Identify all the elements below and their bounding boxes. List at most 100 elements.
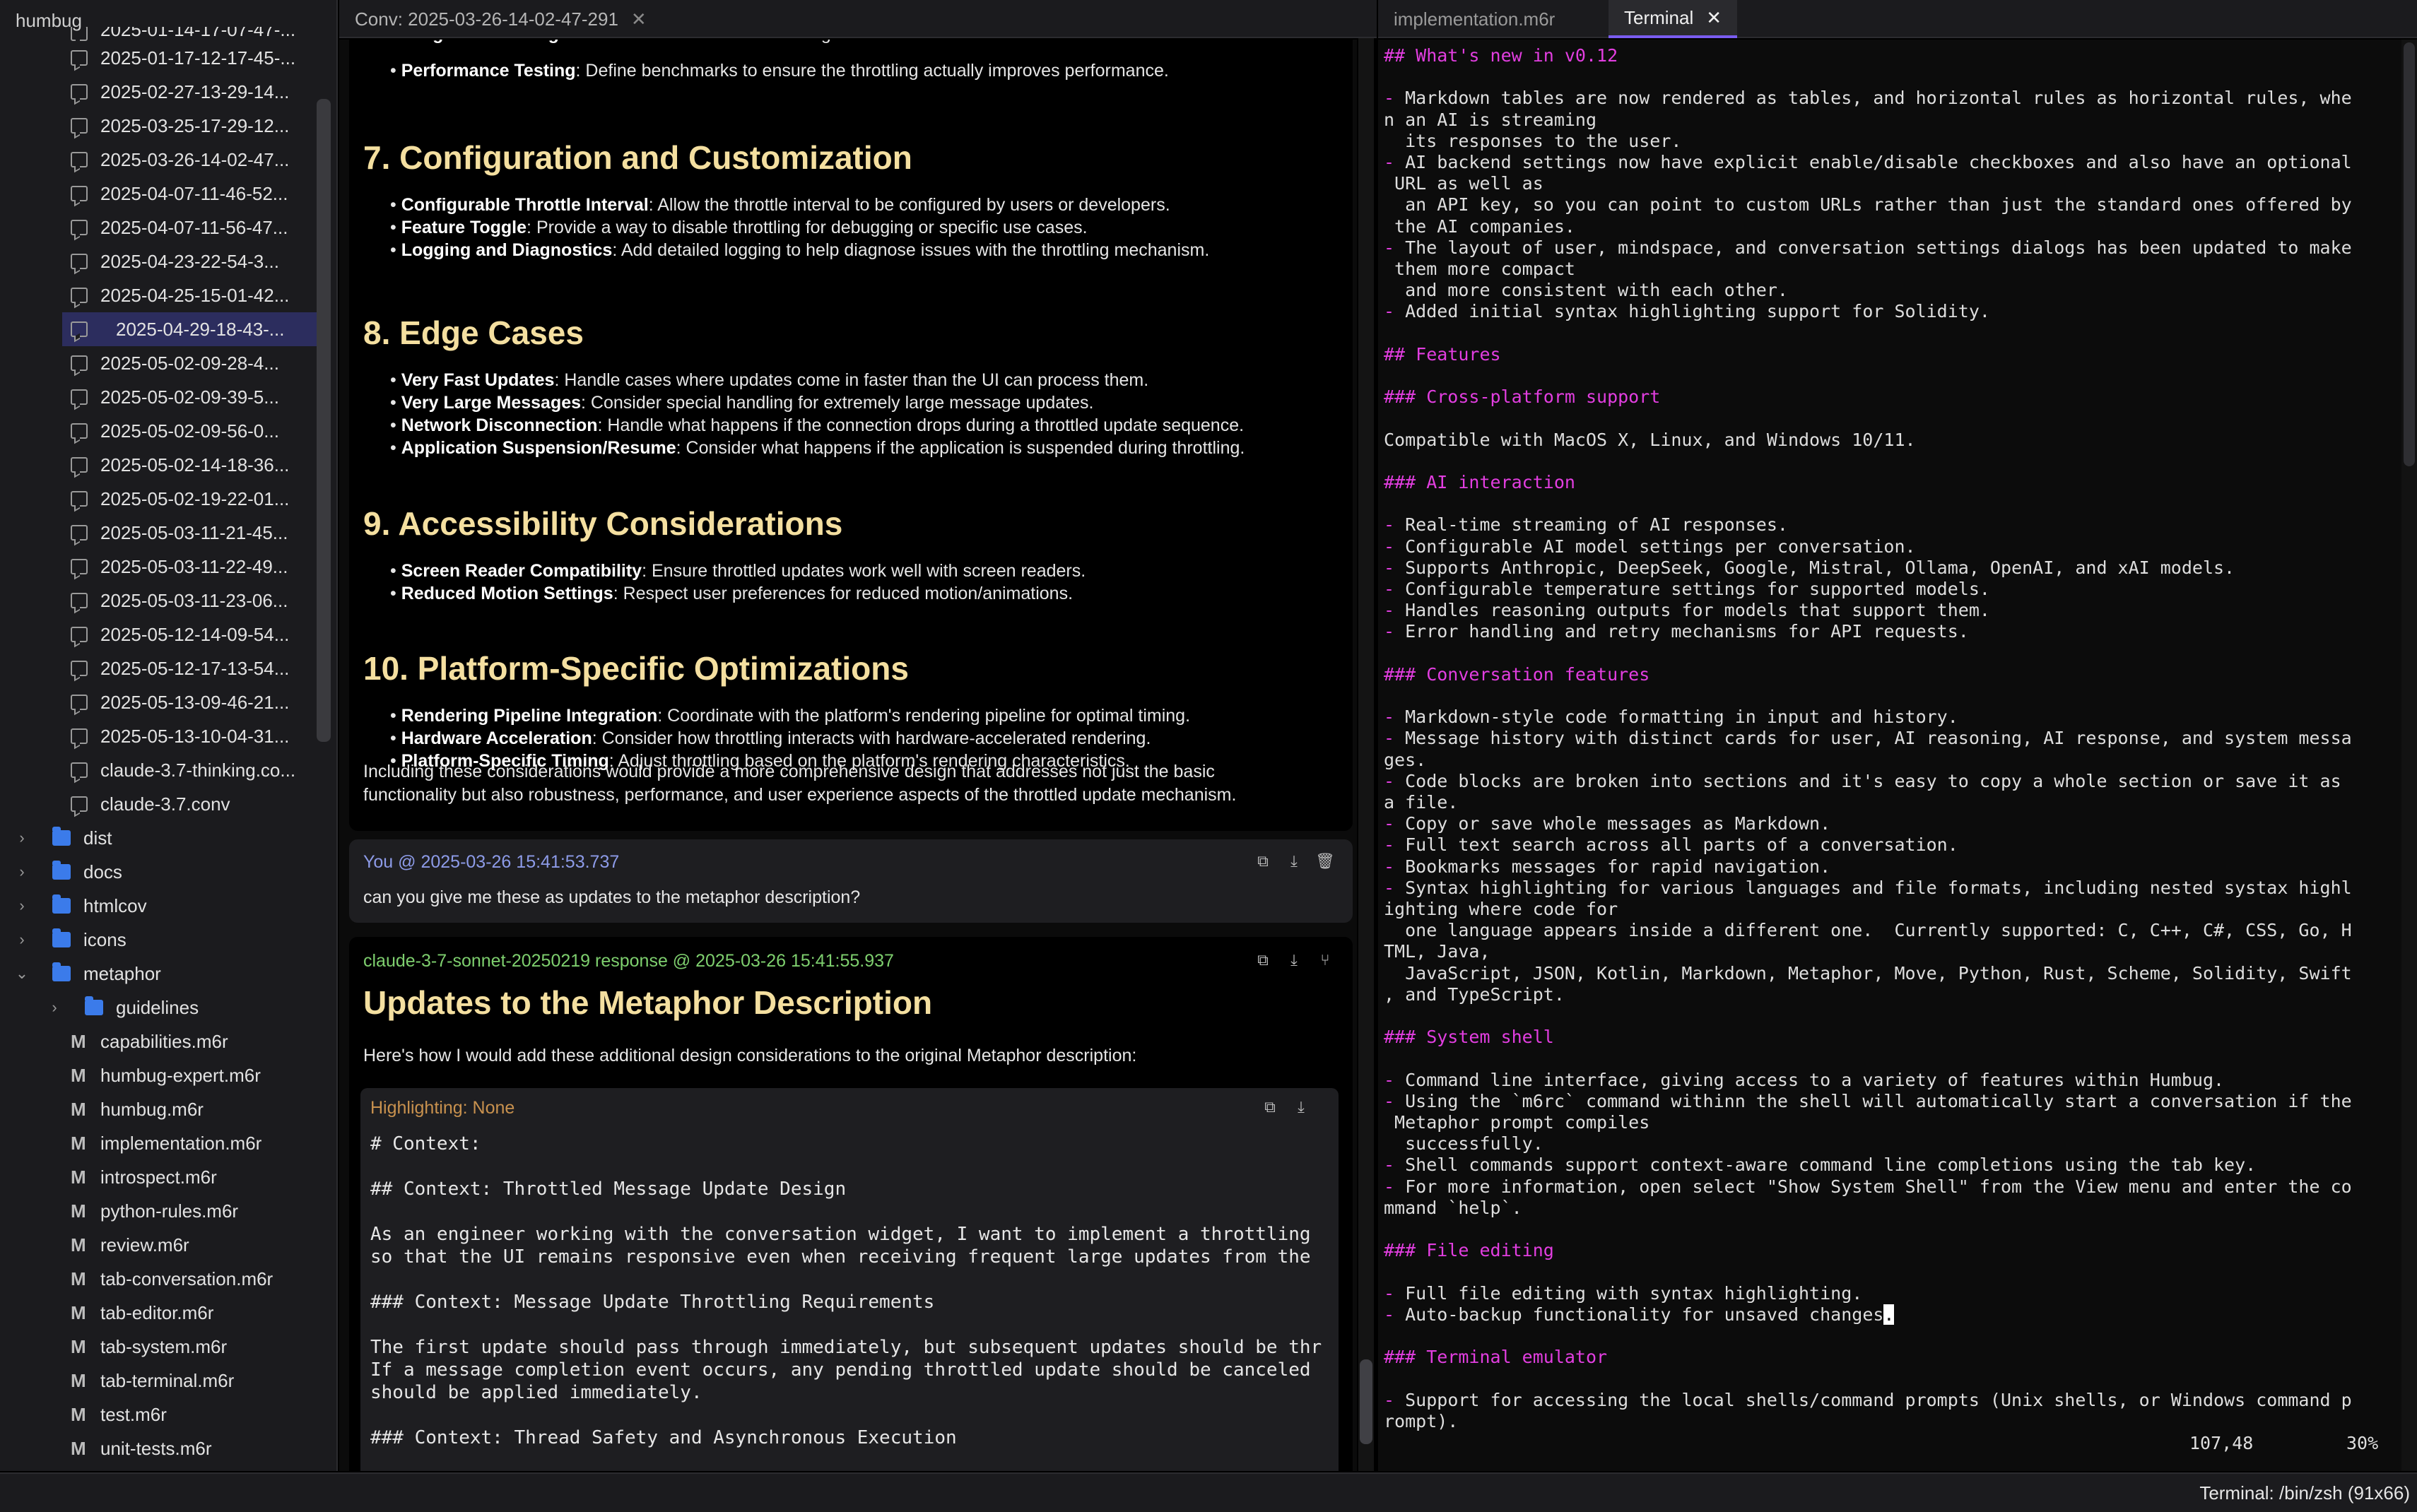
conversation-item[interactable]: 2025-05-02-09-28-4... [0,346,317,380]
folder-item-open[interactable]: ⌄ metaphor [0,957,317,991]
file-item[interactable]: Mhumbug.m6r [0,1092,317,1126]
chevron-down-icon[interactable]: ⌄ [13,964,31,983]
chevron-right-icon[interactable]: › [13,931,31,949]
conversation-label: claude-3.7-thinking.co... [100,759,296,781]
folder-item[interactable]: › dist [0,821,317,855]
terminal-line: - Handles reasoning outputs for models t… [1384,600,1990,621]
folder-item[interactable]: › htmlcov [0,889,317,923]
conversation-item[interactable]: 2025-02-27-13-29-14... [0,75,317,109]
file-item[interactable]: Mintrospect.m6r [0,1160,317,1194]
terminal-scrollbar[interactable] [2401,40,2417,1471]
conversation-item[interactable]: 2025-05-12-14-09-54... [0,618,317,651]
conversation-item[interactable]: 2025-05-02-14-18-36... [0,448,317,482]
file-item[interactable]: Mreview.m6r [0,1228,317,1262]
section-heading: 7. Configuration and Customization [363,139,912,176]
conversation-tab-bar: Conv: 2025-03-26-14-02-47-291 ✕ [339,0,1377,38]
terminal-line: ## Features [1384,343,1501,365]
file-label: tab-conversation.m6r [100,1268,274,1289]
conversation-item[interactable]: claude-3.7.conv [0,787,317,821]
file-tree[interactable]: 2025-01-14-17-07-47-... 2025-01-17-12-17-… [0,27,317,1461]
scroll-thumb[interactable] [2404,42,2415,466]
conversation-icon [71,728,88,744]
copy-icon[interactable]: ⧉ [1254,852,1272,870]
terminal-line: - Shell commands support context-aware c… [1384,1154,2257,1176]
conversation-item[interactable]: 2025-05-03-11-22-49... [0,550,317,584]
close-icon[interactable]: ✕ [631,8,647,30]
file-item[interactable]: Mimplementation.m6r [0,1126,317,1160]
conversation-item[interactable]: 2025-04-07-11-46-52... [0,177,317,211]
file-item[interactable]: Mtab-system.m6r [0,1330,317,1364]
chevron-right-icon[interactable]: › [13,829,31,847]
download-icon[interactable]: ⤓ [1285,852,1303,870]
subfolder-item[interactable]: › guidelines [0,991,317,1024]
close-icon[interactable]: ✕ [1706,7,1722,29]
file-item[interactable]: Mtab-terminal.m6r [0,1364,317,1398]
chevron-right-icon[interactable]: › [45,998,64,1017]
file-item[interactable]: Mhumbug-expert.m6r [0,1058,317,1092]
conversation-item[interactable]: 2025-05-03-11-21-45... [0,516,317,550]
terminal-view[interactable]: ## What's new in v0.12 - Markdown tables … [1378,40,2401,1471]
metaphor-file-icon: M [71,1268,86,1289]
folder-icon [52,894,71,914]
conversation-item[interactable]: 2025-05-12-17-13-54... [0,651,317,685]
delete-icon[interactable]: 🗑 [1315,852,1335,870]
bullet-dot: • [390,393,401,413]
ai-response-card: • Integration Testing: Describe how to t… [349,40,1353,831]
file-item[interactable]: Mtab-editor.m6r [0,1296,317,1330]
conversation-item[interactable]: 2025-05-02-09-39-5... [0,380,317,414]
conversation-icon [71,50,88,66]
fork-icon[interactable]: ⑂ [1316,951,1334,969]
bullet-dot: • [390,561,401,581]
terminal-line: - Syntax highlighting for various langua… [1384,877,2352,898]
conversation-label: 2025-05-13-10-04-31... [100,725,290,747]
conversation-item[interactable]: 2025-04-25-15-01-42... [0,278,317,312]
folder-item[interactable]: › docs [0,855,317,889]
file-item[interactable]: Mtab-conversation.m6r [0,1262,317,1296]
conversation-icon [71,27,88,41]
conversation-label: 2025-03-25-17-29-12... [100,114,290,136]
bullet-item: • Network Disconnection: Handle what hap… [390,415,1244,436]
conversation-label: 2025-05-02-09-28-4... [100,352,279,374]
scroll-thumb[interactable] [1360,1359,1372,1444]
conversation-label: 2025-05-02-19-22-01... [100,488,290,509]
bullet-item: • Performance Testing: Define benchmarks… [390,61,1169,81]
status-bar: Terminal: /bin/zsh (91x66) [0,1472,2417,1512]
conversation-item[interactable]: 2025-04-23-22-54-3... [0,244,317,278]
conversation-item[interactable]: 2025-04-29-18-43-... [62,312,317,346]
conversation-item[interactable]: 2025-01-17-12-17-45-... [0,41,317,75]
code-language-label: Highlighting: None [370,1098,515,1118]
tab-label: Conv: 2025-03-26-14-02-47-291 [355,8,618,30]
chevron-right-icon[interactable]: › [13,863,31,881]
metaphor-file-icon: M [71,1064,86,1086]
conversation-item[interactable]: 2025-05-13-09-46-21... [0,685,317,719]
conversation-scrollbar[interactable] [1358,38,1374,1471]
conversation-item[interactable]: 2025-05-03-11-23-06... [0,584,317,618]
download-icon[interactable]: ⤓ [1285,951,1303,969]
tab-conversation[interactable]: Conv: 2025-03-26-14-02-47-291 ✕ [339,0,662,38]
conversation-item[interactable]: 2025-03-26-14-02-47... [0,143,317,177]
conversation-item[interactable]: 2025-03-25-17-29-12... [0,109,317,143]
conversation-item[interactable]: 2025-05-02-09-56-0... [0,414,317,448]
tab-terminal[interactable]: Terminal ✕ [1609,0,1738,38]
terminal-line: successfully. [1384,1133,1543,1154]
file-item[interactable]: Munit-tests.m6r [0,1431,317,1461]
sidebar-scrollbar[interactable] [317,99,331,742]
tab-implementation[interactable]: implementation.m6r [1378,0,1570,38]
conversation-item[interactable]: 2025-05-13-10-04-31... [0,719,317,753]
conversation-item[interactable]: 2025-05-02-19-22-01... [0,482,317,516]
file-label: python-rules.m6r [100,1200,239,1222]
bullet-dot: • [390,61,401,81]
file-item[interactable]: Mcapabilities.m6r [0,1024,317,1058]
folder-item[interactable]: › icons [0,923,317,957]
file-item[interactable]: Mtest.m6r [0,1398,317,1431]
copy-icon[interactable]: ⧉ [1261,1098,1279,1116]
download-icon[interactable]: ⤓ [1292,1098,1310,1116]
copy-icon[interactable]: ⧉ [1254,951,1272,969]
conversation-item[interactable]: 2025-04-07-11-56-47... [0,211,317,244]
conversation-item[interactable]: claude-3.7-thinking.co... [0,753,317,787]
chevron-right-icon[interactable]: › [13,897,31,915]
conversation-item[interactable]: 2025-01-14-17-07-47-... [0,27,317,41]
bullet-term: Very Large Messages [401,393,582,413]
file-item[interactable]: Mpython-rules.m6r [0,1194,317,1228]
terminal-line: URL as well as [1384,173,1543,194]
